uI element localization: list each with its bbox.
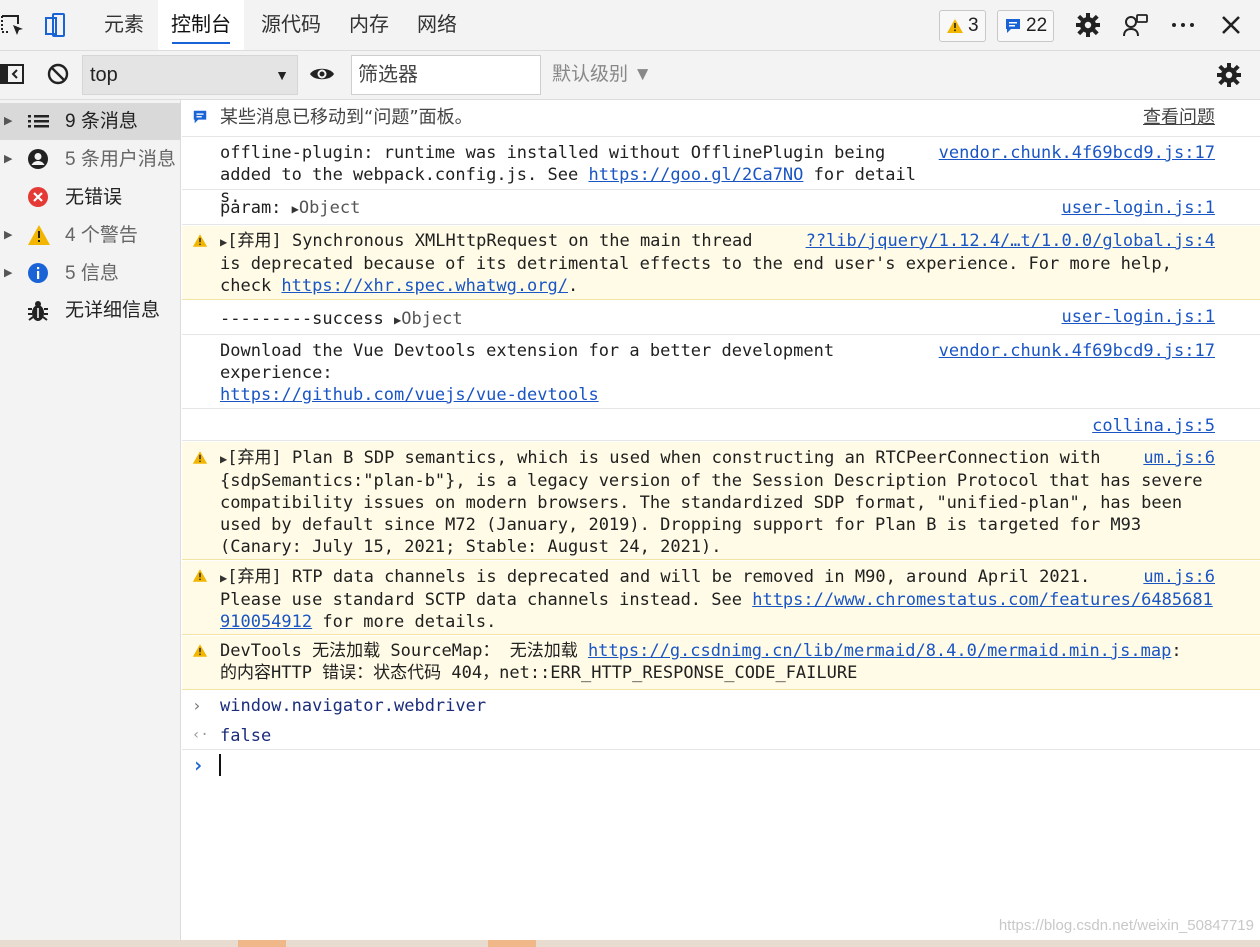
console-messages: 某些消息已移动到“问题”面板。 查看问题 offline-plugin: run… bbox=[182, 100, 1260, 940]
tab-console[interactable]: 控制台 bbox=[158, 0, 244, 50]
source-link[interactable]: um.js:6 bbox=[1143, 447, 1215, 469]
feedback-icon[interactable] bbox=[1122, 12, 1148, 38]
console-log-row: ---------success ▶Object user-login.js:1 bbox=[182, 301, 1260, 335]
console-log-row: collina.js:5 bbox=[182, 410, 1260, 441]
expand-caret-icon[interactable]: ▶ bbox=[4, 255, 12, 292]
messages-badge[interactable]: 22 bbox=[997, 10, 1055, 42]
expand-caret-icon[interactable]: ▶ bbox=[4, 103, 12, 140]
sidebar-item-user-messages[interactable]: ▶ 5 条用户消息 bbox=[0, 141, 181, 178]
error-icon bbox=[27, 186, 49, 208]
tab-network[interactable]: 网络 bbox=[415, 0, 459, 50]
console-warning-row: ▶[弃用] Synchronous XMLHttpRequest on the … bbox=[182, 226, 1260, 300]
source-link[interactable]: user-login.js:1 bbox=[1061, 197, 1215, 219]
devtools-tab-bar: 元素 控制台 源代码 内存 网络 3 22 bbox=[0, 0, 1260, 51]
bug-icon bbox=[27, 299, 49, 323]
more-options-icon[interactable] bbox=[1170, 12, 1196, 38]
dropdown-arrow-icon: ▼ bbox=[275, 67, 289, 83]
console-prompt[interactable]: › bbox=[182, 751, 1260, 781]
view-issues-link[interactable]: 查看问题 bbox=[1143, 107, 1215, 129]
sidebar-item-all-messages[interactable]: ▶ 9 条消息 bbox=[0, 103, 181, 140]
source-link[interactable]: vendor.chunk.4f69bcd9.js:17 bbox=[939, 340, 1215, 362]
source-link[interactable]: um.js:6 bbox=[1143, 566, 1215, 588]
live-expression-eye-icon[interactable] bbox=[309, 62, 335, 88]
warning-icon bbox=[192, 568, 208, 583]
prompt-chevron-icon: › bbox=[192, 753, 205, 777]
list-icon bbox=[27, 110, 51, 132]
issues-message-icon bbox=[192, 109, 208, 125]
warning-icon bbox=[27, 224, 51, 246]
close-icon[interactable] bbox=[1218, 12, 1244, 38]
message-link[interactable]: https://xhr.spec.whatwg.org/ bbox=[281, 276, 568, 296]
info-icon bbox=[27, 262, 49, 284]
text-cursor bbox=[219, 754, 221, 776]
watermark: https://blog.csdn.net/weixin_50847719 bbox=[998, 917, 1254, 934]
console-log-row: Download the Vue Devtools extension for … bbox=[182, 336, 1260, 409]
warnings-badge[interactable]: 3 bbox=[939, 10, 986, 42]
message-icon bbox=[1004, 17, 1022, 35]
message-link[interactable]: https://g.csdnimg.cn/lib/mermaid/8.4.0/m… bbox=[588, 641, 1171, 661]
console-sidebar: ▶ 9 条消息 ▶ 5 条用户消息 无错误 ▶ 4 个警告 ▶ 5 信息 无详细… bbox=[0, 100, 181, 947]
sidebar-item-info[interactable]: ▶ 5 信息 bbox=[0, 255, 181, 292]
console-warning-row: DevTools 无法加载 SourceMap： 无法加载 https://g.… bbox=[182, 636, 1260, 690]
message-link[interactable]: https://github.com/vuejs/vue-devtools bbox=[220, 385, 599, 405]
sidebar-item-warnings[interactable]: ▶ 4 个警告 bbox=[0, 217, 181, 254]
expand-caret-icon[interactable]: ▶ bbox=[4, 141, 12, 178]
warning-icon bbox=[192, 643, 208, 658]
tab-sources[interactable]: 源代码 bbox=[259, 0, 323, 50]
source-link[interactable]: collina.js:5 bbox=[1092, 415, 1215, 437]
console-log-row: offline-plugin: runtime was installed wi… bbox=[182, 138, 1260, 207]
expand-caret-icon[interactable]: ▶ bbox=[4, 217, 12, 254]
tab-memory[interactable]: 内存 bbox=[347, 0, 391, 50]
input-chevron-icon: › bbox=[192, 696, 202, 715]
device-emulation-icon[interactable] bbox=[42, 12, 68, 38]
sidebar-item-verbose[interactable]: 无详细信息 bbox=[0, 292, 181, 329]
tab-elements[interactable]: 元素 bbox=[102, 0, 146, 50]
inspect-element-icon[interactable] bbox=[0, 12, 26, 38]
console-result: ‹· false bbox=[182, 721, 1260, 750]
object-preview[interactable]: Object bbox=[299, 198, 360, 218]
result-arrow-icon: ‹· bbox=[192, 727, 209, 743]
console-log-row: param: ▶Object user-login.js:1 bbox=[182, 191, 1260, 225]
source-link[interactable]: ??lib/jquery/1.12.4/…t/1.0.0/global.js:4 bbox=[806, 230, 1215, 252]
console-input-echo: › window.navigator.webdriver bbox=[192, 696, 487, 716]
console-settings-gear-icon[interactable] bbox=[1216, 62, 1242, 88]
console-toolbar: top ▼ 默认级别 ▼ bbox=[0, 51, 1260, 100]
warnings-count: 3 bbox=[968, 15, 979, 36]
messages-count: 22 bbox=[1026, 15, 1048, 36]
clear-console-icon[interactable] bbox=[46, 62, 72, 88]
sidebar-item-errors[interactable]: 无错误 bbox=[0, 179, 181, 216]
console-warning-row: ▶[弃用] Plan B SDP semantics, which is use… bbox=[182, 442, 1260, 560]
warning-icon bbox=[192, 450, 208, 465]
warning-icon bbox=[946, 18, 964, 34]
toggle-sidebar-icon[interactable] bbox=[0, 62, 26, 88]
taskbar-strip bbox=[0, 940, 1260, 947]
context-select[interactable]: top ▼ bbox=[82, 55, 298, 95]
settings-gear-icon[interactable] bbox=[1075, 12, 1101, 38]
user-icon bbox=[27, 148, 49, 170]
issues-banner: 某些消息已移动到“问题”面板。 查看问题 bbox=[182, 100, 1260, 137]
filter-input[interactable] bbox=[351, 55, 541, 95]
console-warning-row: ▶[弃用] RTP data channels is deprecated an… bbox=[182, 561, 1260, 635]
log-levels-dropdown[interactable]: 默认级别 ▼ bbox=[552, 51, 652, 99]
object-preview[interactable]: Object bbox=[401, 309, 462, 329]
expand-object-icon[interactable]: ▶ bbox=[292, 202, 299, 216]
warning-icon bbox=[192, 233, 208, 248]
message-link[interactable]: https://goo.gl/2Ca7NO bbox=[588, 165, 803, 185]
source-link[interactable]: vendor.chunk.4f69bcd9.js:17 bbox=[939, 142, 1215, 164]
source-link[interactable]: user-login.js:1 bbox=[1061, 306, 1215, 328]
